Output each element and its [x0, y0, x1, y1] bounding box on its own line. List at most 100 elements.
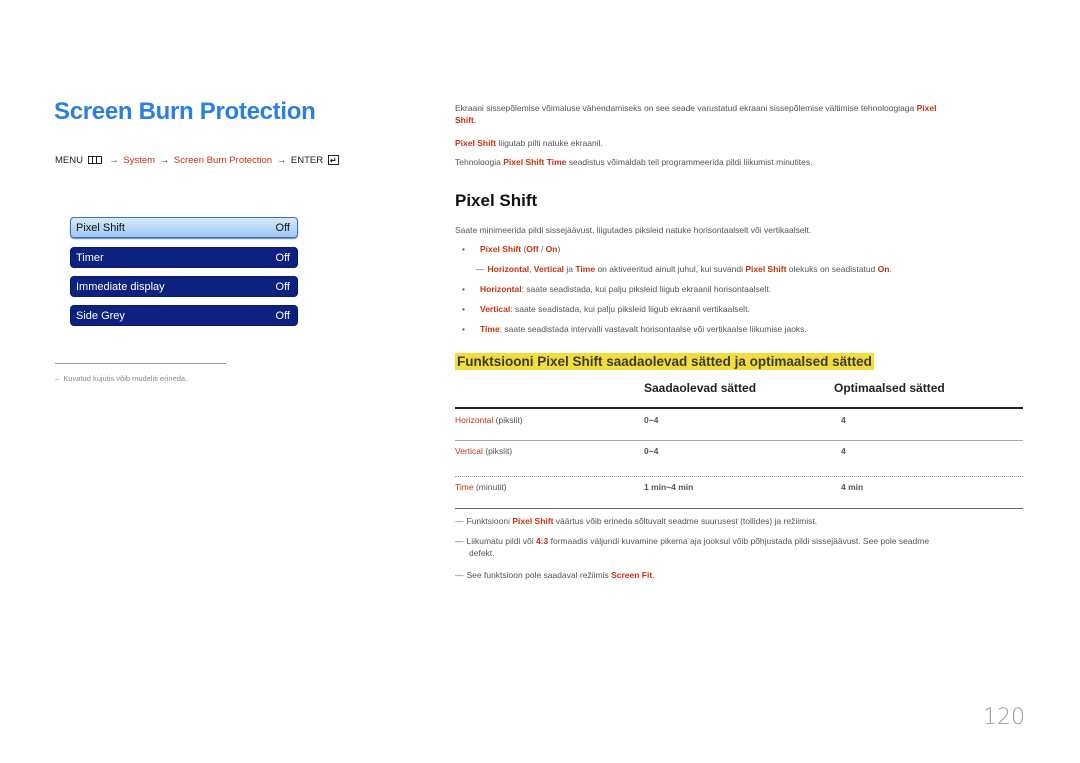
bullet-dot: • — [462, 244, 465, 254]
period: . — [473, 115, 477, 125]
bullet-horizontal: Horizontal: saate seadistada, kui palju … — [480, 284, 771, 294]
osd-item-value: Off — [275, 309, 290, 322]
intro-text: seadistus võimaldab teil programmeerida … — [566, 157, 813, 167]
note-text: on aktiveeritud ainult juhul, kui suvand… — [595, 264, 746, 274]
table-cell-optimal: 4 — [841, 446, 846, 456]
note-text: defekt. — [469, 548, 495, 558]
table-cell-available: 1 min~4 min — [644, 482, 694, 492]
table-row-horizontal-label: Horizontal (pikslit) — [455, 415, 523, 425]
osd-item-timer[interactable]: Timer Off — [70, 247, 298, 268]
term: Vertical — [455, 446, 483, 456]
unit: (minutit) — [473, 482, 507, 492]
bullet-dot: • — [462, 324, 465, 334]
osd-item-value: Off — [275, 251, 290, 264]
intro-text: Ekraani sissepõlemise võimaluse vähendam… — [455, 103, 917, 113]
bullet-dot: • — [462, 284, 465, 294]
pixel-shift-option: Pixel Shift (Off / On) — [480, 244, 561, 254]
menu-icon — [87, 156, 102, 165]
column-header-available: Saadaolevad sätted — [644, 381, 757, 395]
bullet-vertical: Vertical: saate seadistada, kui palju pi… — [480, 304, 750, 314]
term: Time — [480, 324, 500, 334]
table-row-rule — [455, 476, 1023, 477]
intro-paragraph-3: Tehnoloogia Pixel Shift Time seadistus v… — [455, 156, 813, 168]
note-1: — Funktsiooni Pixel Shift väärtus võib er… — [455, 516, 818, 526]
note-text: Funktsiooni — [466, 516, 513, 526]
footnote-divider — [55, 363, 226, 364]
term: 4:3 — [535, 536, 549, 546]
note-2: — Liikumatu pildi või 4:3 formaadis välju… — [455, 536, 930, 558]
intro-paragraph-2: Pixel Shift liigutab pilti natuke ekraan… — [455, 137, 603, 149]
period: . — [889, 264, 892, 274]
term: Horizontal — [455, 415, 494, 425]
bullet-time: Time: saate seadistada intervalli vastav… — [480, 324, 807, 334]
table-cell-optimal: 4 min — [841, 482, 864, 492]
term: Horizontal — [480, 284, 522, 294]
option-off: Off — [526, 244, 539, 254]
term: Pixel Shift — [512, 516, 554, 526]
term: Horizontal — [487, 264, 530, 274]
page-number: 120 — [983, 705, 1025, 730]
osd-item-side-grey[interactable]: Side Grey Off — [70, 305, 298, 326]
menu-label: MENU — [55, 155, 83, 166]
enter-label: ENTER — [290, 155, 324, 166]
term: Time — [455, 482, 474, 492]
osd-item-immediate-display[interactable]: Immediate display Off — [70, 276, 298, 297]
term: Vertical — [480, 304, 511, 314]
osd-item-value: Off — [275, 221, 290, 234]
table-row-vertical-label: Vertical (pikslit) — [455, 446, 512, 456]
term: Pixel Shift — [745, 264, 787, 274]
note-3: — See funktsioon pole saadaval režiimis S… — [455, 570, 655, 580]
pixel-shift-note: — Horizontal, Vertical ja Time on aktivee… — [476, 264, 892, 274]
note-text: See funktsioon pole saadaval režiimis — [466, 570, 612, 580]
arrow-icon: → — [109, 155, 119, 166]
footnote-dash: – — [55, 374, 60, 383]
pixel-shift-description: Saate minimeerida pildi sissejäävust, li… — [455, 225, 812, 235]
term-shift: Shift — [455, 115, 474, 125]
option-on: On — [545, 244, 558, 254]
term: On — [877, 264, 890, 274]
table-row-rule — [455, 440, 1023, 441]
note-text: . — [652, 570, 655, 580]
note-text: Liikumatu pildi või — [466, 536, 536, 546]
osd-item-value: Off — [275, 280, 290, 293]
osd-item-label: Pixel Shift — [76, 221, 125, 234]
intro-text: Tehnoloogia — [455, 157, 504, 167]
arrow-icon: → — [159, 155, 170, 166]
table-cell-optimal: 4 — [841, 415, 846, 425]
table-bottom-rule — [455, 508, 1023, 509]
osd-item-pixel-shift[interactable]: Pixel Shift Off — [70, 217, 298, 238]
osd-item-label: Side Grey — [76, 309, 125, 322]
arrow-icon: → — [276, 155, 287, 166]
intro-paragraph-1: Ekraani sissepõlemise võimaluse vähendam… — [455, 102, 1025, 126]
sep: ja — [564, 264, 576, 274]
image-footnote: – Kuvatud kujutis võib mudeliti erineda. — [55, 374, 187, 383]
bullet-text: : saate seadistada intervalli vastavalt … — [499, 324, 807, 334]
section-title: Screen Burn Protection — [54, 98, 316, 125]
note-text: väärtus võib erineda sõltuvalt seadme su… — [553, 516, 818, 526]
table-cell-available: 0~4 — [644, 446, 659, 456]
path-item-screen-burn-protection: Screen Burn Protection — [173, 155, 273, 166]
bullet-text: : saate seadistada, kui palju piksleid l… — [521, 284, 772, 294]
settings-table-title: Funktsiooni Pixel Shift saadaolevad sätt… — [455, 353, 874, 370]
table-row-time-label: Time (minutit) — [455, 482, 507, 492]
osd-item-label: Timer — [76, 251, 104, 264]
bullet-dot: • — [462, 304, 465, 314]
enter-icon: ↵ — [327, 155, 339, 166]
bullet-text: : saate seadistada, kui palju piksleid l… — [510, 304, 750, 314]
footnote-text: Kuvatud kujutis võib mudeliti erineda. — [63, 374, 188, 383]
term-pixel-shift: Pixel Shift — [455, 138, 497, 148]
table-cell-available: 0~4 — [644, 415, 659, 425]
term: Time — [575, 264, 596, 274]
term: Vertical — [533, 264, 565, 274]
path-item-system: System — [123, 155, 156, 166]
menu-path-breadcrumb: MENU → System → Screen Burn Protection →… — [55, 155, 339, 166]
term-pixel: Pixel — [916, 103, 937, 113]
pixel-shift-heading: Pixel Shift — [455, 191, 538, 210]
intro-text: liigutab pilti natuke ekraanil. — [496, 138, 603, 148]
table-top-rule — [455, 407, 1023, 409]
unit: (pikslit) — [493, 415, 523, 425]
column-header-optimal: Optimaalsed sätted — [834, 381, 945, 395]
note-text: olekuks on seadistatud — [786, 264, 878, 274]
osd-item-label: Immediate display — [76, 280, 165, 293]
term: Screen Fit — [611, 570, 653, 580]
